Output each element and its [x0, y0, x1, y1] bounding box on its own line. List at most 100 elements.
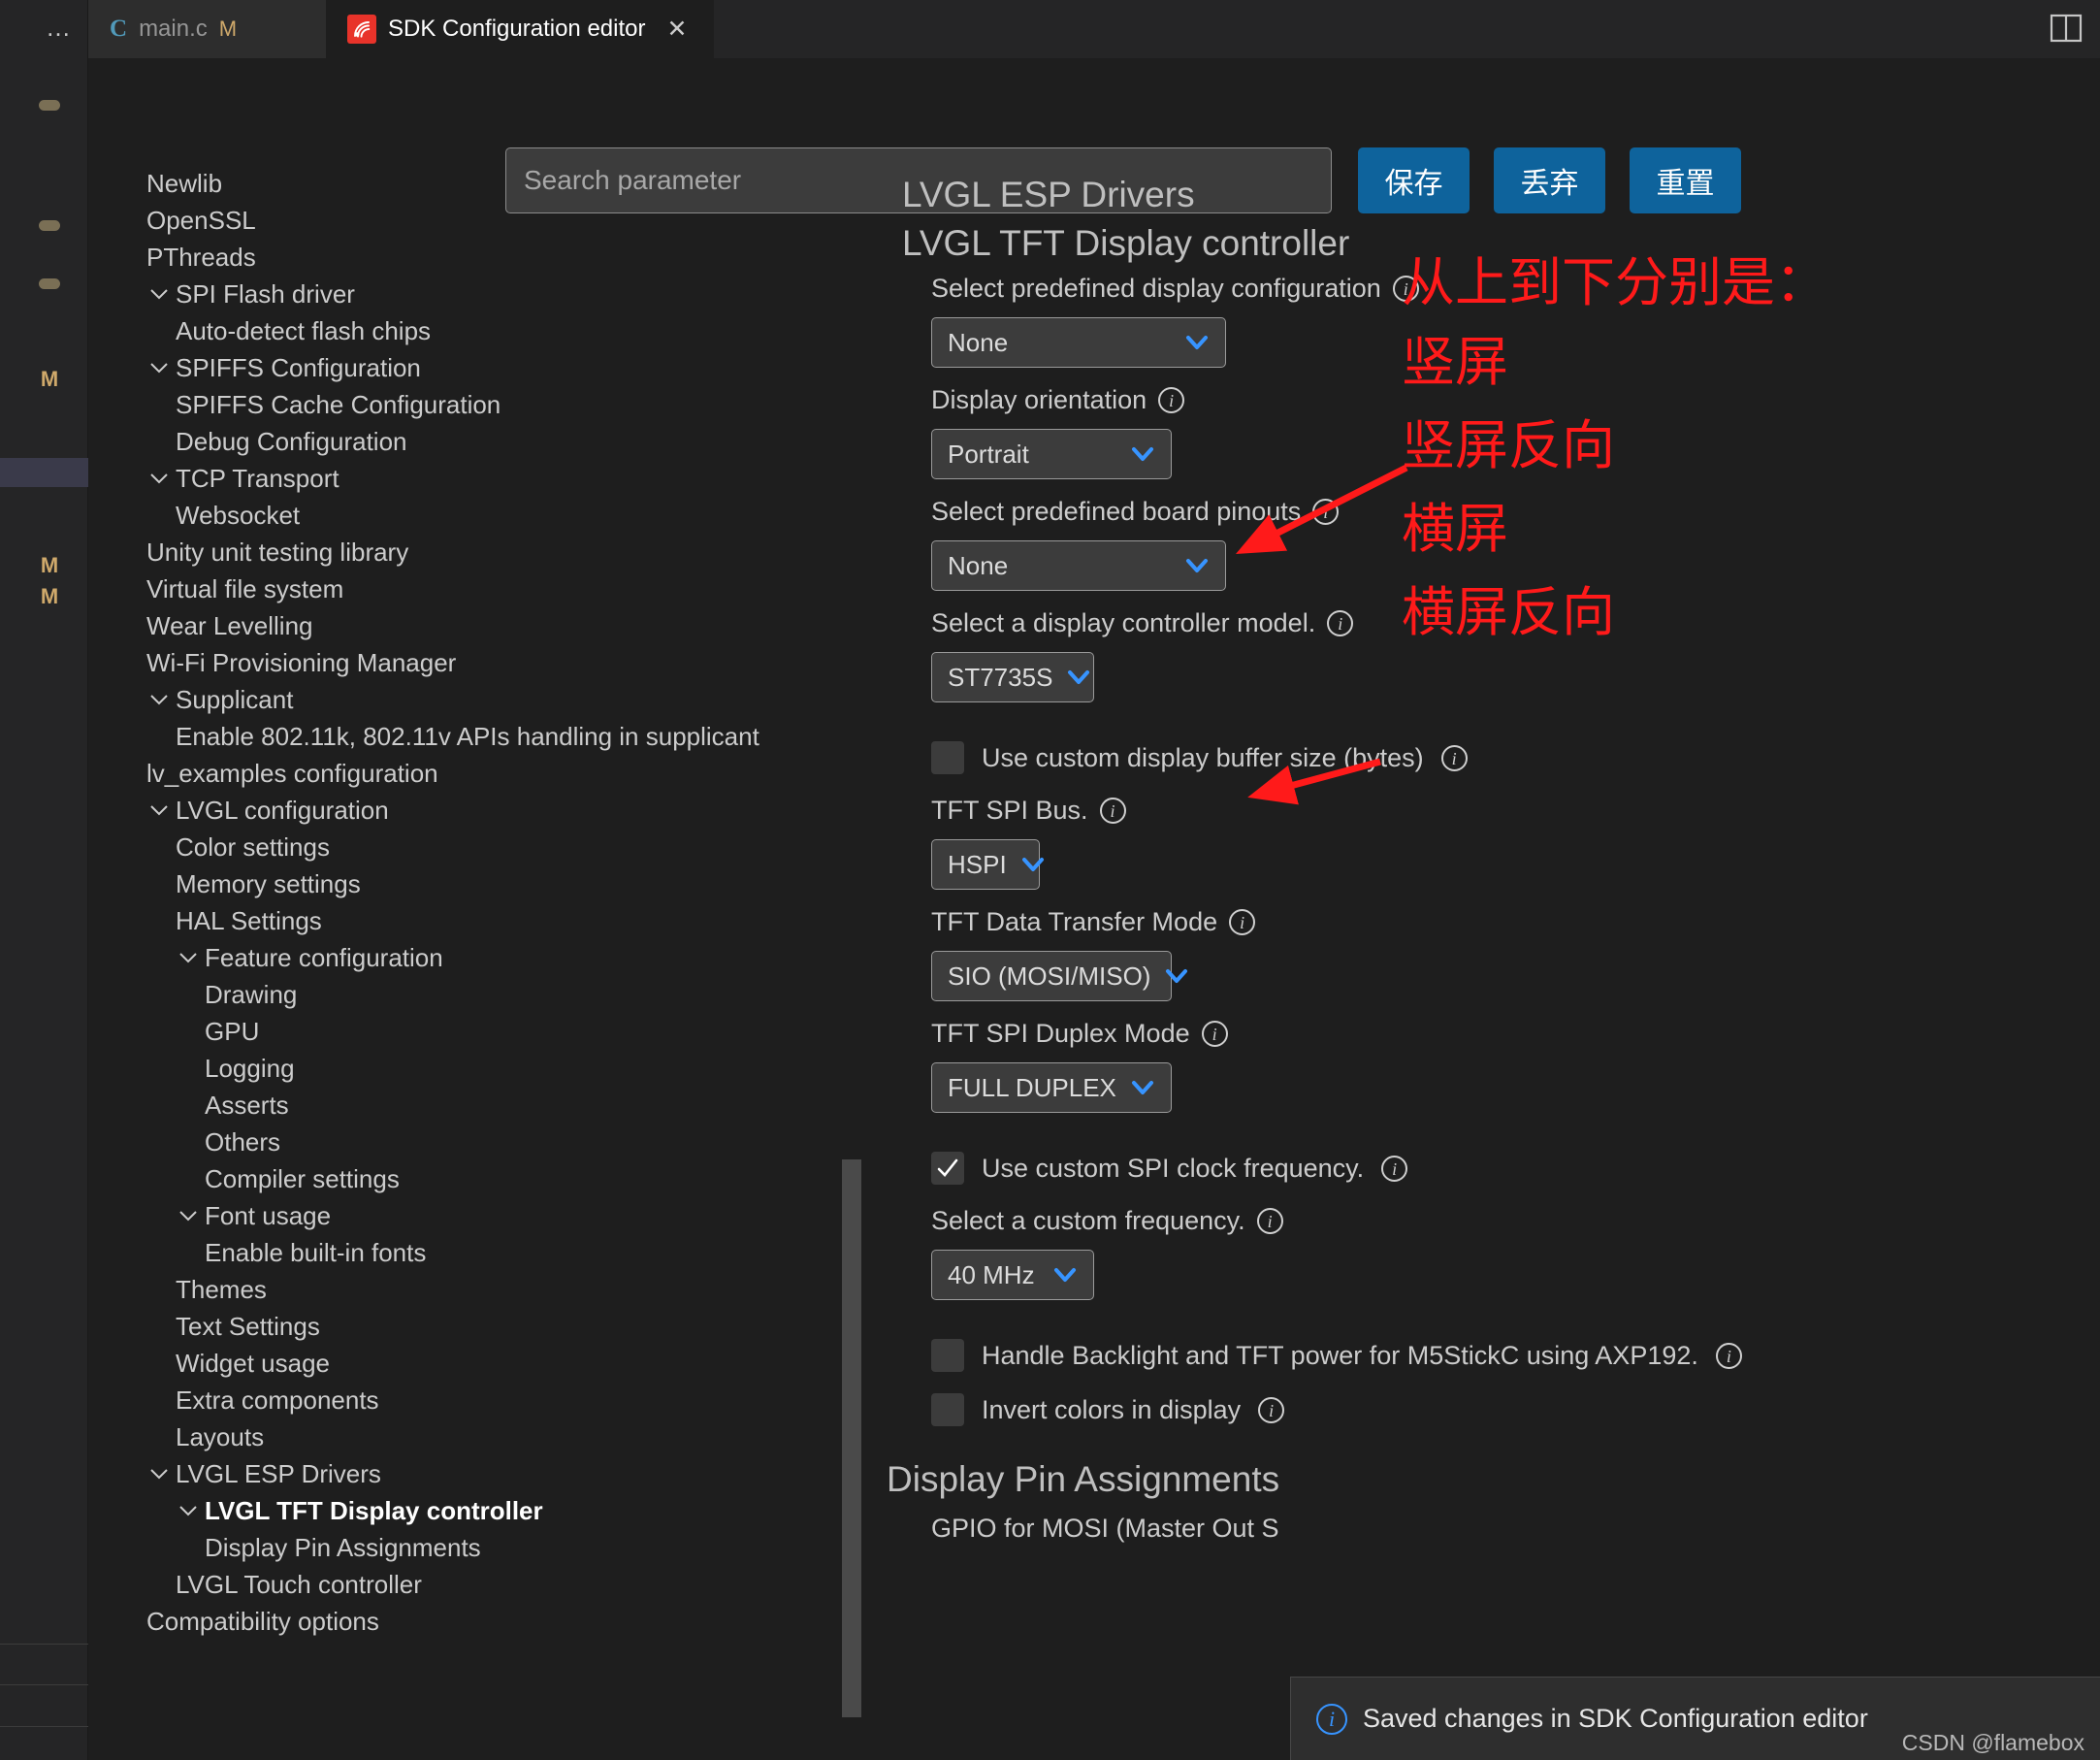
- chevron-down-icon[interactable]: [143, 1467, 176, 1481]
- chevron-down-icon[interactable]: [1130, 1073, 1155, 1103]
- sidebar-item[interactable]: LVGL TFT Display controller: [88, 1492, 845, 1529]
- sidebar-item-label: PThreads: [146, 242, 256, 272]
- sidebar-item[interactable]: Supplicant: [88, 681, 845, 718]
- sidebar-item[interactable]: Drawing: [88, 976, 845, 1013]
- sidebar-item[interactable]: Debug Configuration: [88, 423, 845, 460]
- dropdown-select[interactable]: 40 MHz: [931, 1250, 1094, 1300]
- sidebar-item[interactable]: Enable built-in fonts: [88, 1234, 845, 1271]
- sidebar-item[interactable]: Widget usage: [88, 1345, 845, 1382]
- sidebar-item[interactable]: HAL Settings: [88, 902, 845, 939]
- checkbox-row[interactable]: Handle Backlight and TFT power for M5Sti…: [931, 1339, 2100, 1372]
- dropdown-select[interactable]: HSPI: [931, 839, 1044, 890]
- dropdown-select[interactable]: None: [931, 540, 1226, 591]
- chevron-down-icon[interactable]: [143, 287, 176, 301]
- sidebar-item[interactable]: Logging: [88, 1050, 845, 1087]
- checkbox-unchecked[interactable]: [931, 741, 964, 774]
- dropdown-value: SIO (MOSI/MISO): [948, 961, 1151, 991]
- split-editor-icon[interactable]: [2050, 14, 2083, 43]
- sidebar-item[interactable]: Asserts: [88, 1087, 845, 1124]
- chevron-down-icon[interactable]: [143, 472, 176, 485]
- sidebar-item-label: Auto-detect flash chips: [176, 315, 432, 345]
- sidebar-item[interactable]: LVGL ESP Drivers: [88, 1455, 845, 1492]
- chevron-down-icon[interactable]: [1184, 551, 1210, 581]
- checkbox-row[interactable]: Use custom display buffer size (bytes) i: [931, 741, 2100, 774]
- sidebar-item[interactable]: Memory settings: [88, 865, 845, 902]
- sidebar-item[interactable]: Font usage: [88, 1197, 845, 1234]
- info-icon[interactable]: i: [1440, 744, 1468, 771]
- sidebar-item-label: Themes: [176, 1274, 267, 1304]
- sidebar-item[interactable]: Unity unit testing library: [88, 534, 845, 570]
- sidebar-item[interactable]: LVGL Touch controller: [88, 1566, 845, 1603]
- sidebar-item[interactable]: Compatibility options: [88, 1603, 845, 1640]
- config-tree[interactable]: Newlib OpenSSL PThreads SPI Flash driver Aut…: [88, 165, 845, 1760]
- sidebar-item-label: GPU: [205, 1016, 260, 1046]
- sidebar-item[interactable]: OpenSSL: [88, 202, 845, 239]
- chevron-down-icon[interactable]: [1052, 1260, 1078, 1290]
- sidebar-item[interactable]: SPIFFS Configuration: [88, 349, 845, 386]
- tab-sdk-configuration-editor[interactable]: SDK Configuration editor ✕: [326, 0, 714, 58]
- sidebar-item[interactable]: Text Settings: [88, 1308, 845, 1345]
- sidebar-item[interactable]: TCP Transport: [88, 460, 845, 497]
- sidebar-item[interactable]: LVGL configuration: [88, 792, 845, 829]
- info-icon[interactable]: i: [1258, 1396, 1285, 1423]
- sidebar-item[interactable]: Wear Levelling: [88, 607, 845, 644]
- sidebar-item[interactable]: GPU: [88, 1013, 845, 1050]
- sidebar-item[interactable]: Layouts: [88, 1418, 845, 1455]
- sidebar-item[interactable]: SPIFFS Cache Configuration: [88, 386, 845, 423]
- info-icon[interactable]: i: [1312, 499, 1340, 525]
- sidebar-item[interactable]: Extra components: [88, 1382, 845, 1418]
- chevron-down-icon[interactable]: [1066, 663, 1091, 693]
- info-icon[interactable]: i: [1256, 1208, 1283, 1234]
- sidebar-item[interactable]: Virtual file system: [88, 570, 845, 607]
- info-icon[interactable]: i: [1201, 1021, 1228, 1047]
- chevron-down-icon[interactable]: [143, 693, 176, 706]
- dropdown-select[interactable]: FULL DUPLEX: [931, 1062, 1172, 1113]
- sidebar-item[interactable]: Compiler settings: [88, 1160, 845, 1197]
- checkbox-unchecked[interactable]: [931, 1339, 964, 1372]
- checkbox-checked[interactable]: [931, 1152, 964, 1185]
- sidebar-item[interactable]: Display Pin Assignments: [88, 1529, 845, 1566]
- tab-main-c[interactable]: C main.c M: [88, 0, 326, 58]
- dropdown-select[interactable]: Portrait: [931, 429, 1172, 479]
- chevron-down-icon[interactable]: [143, 803, 176, 817]
- info-icon[interactable]: i: [1381, 1155, 1408, 1182]
- chevron-down-icon[interactable]: [1184, 328, 1210, 358]
- sidebar-item[interactable]: PThreads: [88, 239, 845, 276]
- dropdown-select[interactable]: SIO (MOSI/MISO): [931, 951, 1188, 1001]
- gutter-divider: [0, 1644, 88, 1645]
- chevron-down-icon[interactable]: [1130, 440, 1155, 470]
- sidebar-item[interactable]: Wi-Fi Provisioning Manager: [88, 644, 845, 681]
- sidebar-item-label: LVGL TFT Display controller: [205, 1495, 543, 1525]
- sidebar-item[interactable]: Themes: [88, 1271, 845, 1308]
- sidebar-item[interactable]: Newlib: [88, 165, 845, 202]
- sidebar-item[interactable]: SPI Flash driver: [88, 276, 845, 312]
- info-icon[interactable]: i: [1158, 387, 1185, 413]
- sidebar-item[interactable]: Enable 802.11k, 802.11v APIs handling in…: [88, 718, 845, 755]
- info-icon[interactable]: i: [1327, 610, 1354, 636]
- chevron-down-icon[interactable]: [143, 361, 176, 375]
- close-icon[interactable]: ✕: [666, 15, 687, 44]
- overflow-menu-icon[interactable]: …: [30, 0, 88, 58]
- info-icon[interactable]: i: [1229, 909, 1256, 935]
- chevron-down-icon[interactable]: [172, 951, 205, 964]
- sidebar-item[interactable]: Websocket: [88, 497, 845, 534]
- dropdown-select[interactable]: ST7735S: [931, 652, 1094, 702]
- sidebar-item[interactable]: lv_examples configuration: [88, 755, 845, 792]
- editor-overview-gutter[interactable]: M M M: [0, 0, 88, 1760]
- sidebar-item-label: SPIFFS Configuration: [176, 352, 421, 382]
- checkbox-unchecked[interactable]: [931, 1393, 964, 1426]
- dropdown-select[interactable]: None: [931, 317, 1226, 368]
- info-icon[interactable]: i: [1099, 798, 1126, 824]
- sidebar-item[interactable]: Color settings: [88, 829, 845, 865]
- checkbox-row[interactable]: Invert colors in display i: [931, 1393, 2100, 1426]
- chevron-down-icon[interactable]: [1164, 961, 1189, 992]
- chevron-down-icon[interactable]: [172, 1209, 205, 1222]
- info-icon[interactable]: i: [1715, 1342, 1742, 1369]
- tree-scrollbar-thumb[interactable]: [842, 1159, 861, 1717]
- chevron-down-icon[interactable]: [172, 1504, 205, 1517]
- sidebar-item[interactable]: Auto-detect flash chips: [88, 312, 845, 349]
- sidebar-item[interactable]: Feature configuration: [88, 939, 845, 976]
- chevron-down-icon[interactable]: [1020, 850, 1046, 880]
- sidebar-item[interactable]: Others: [88, 1124, 845, 1160]
- checkbox-row[interactable]: Use custom SPI clock frequency. i: [931, 1152, 2100, 1185]
